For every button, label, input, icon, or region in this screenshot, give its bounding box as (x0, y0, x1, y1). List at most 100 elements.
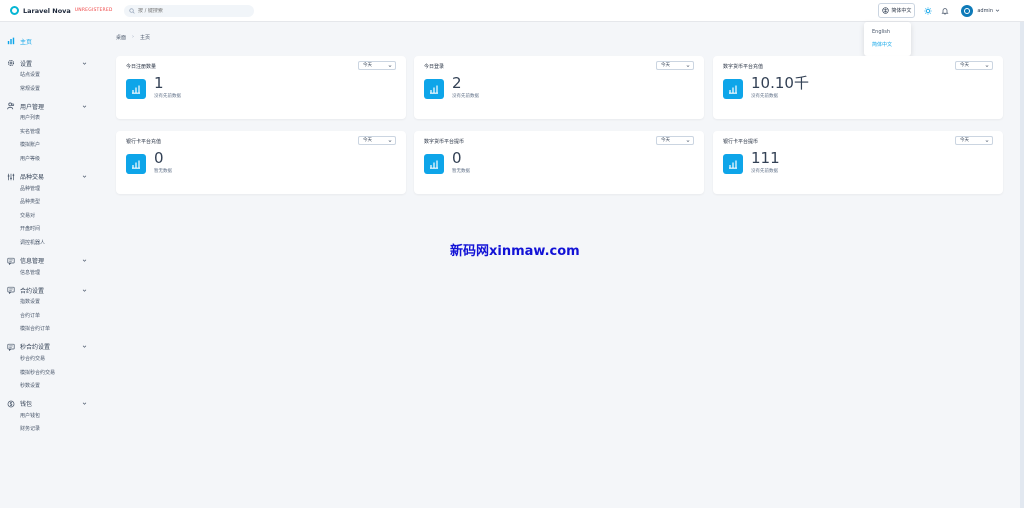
range-select-value: 今天 (363, 63, 372, 68)
sidebar-item-product-types[interactable]: 品种类型 (20, 196, 100, 210)
chevron-down-icon (985, 140, 989, 142)
user-avatar[interactable] (961, 4, 974, 17)
sidebar: 主页 设置 站点设置 常规设置 用户管理 用户列表 实名管理 模拟账户 用户等级… (0, 22, 100, 508)
search-input[interactable] (138, 7, 248, 14)
metric-title: 数字货币平台提币 (424, 139, 465, 145)
sidebar-group-users[interactable]: 用户管理 (7, 100, 100, 112)
range-select-value: 今天 (960, 63, 969, 68)
range-select[interactable]: 今天 (955, 61, 993, 70)
range-select[interactable]: 今天 (656, 136, 694, 145)
sidebar-item-products[interactable]: 品种管理 (20, 183, 100, 197)
notifications-button[interactable] (940, 6, 949, 15)
metric-card: 今日登录 今天 2 没有先前数据 (414, 56, 704, 119)
sidebar-item-general-settings[interactable]: 常规设置 (20, 83, 100, 97)
sidebar-item-demo-second-contract-trades[interactable]: 模拟秒合约交易 (20, 367, 100, 381)
metric-comparison: 暂无数据 (452, 169, 470, 174)
user-menu-name[interactable]: admin (977, 8, 993, 14)
chevron-down-icon (82, 259, 87, 262)
sidebar-item-label: 主页 (20, 38, 33, 46)
sidebar-group-messages[interactable]: 信息管理 (7, 255, 100, 267)
sidebar-group-settings[interactable]: 设置 (7, 57, 100, 69)
sliders-icon (7, 173, 15, 180)
current-language: 简体中文 (891, 8, 912, 14)
range-select[interactable]: 今天 (656, 61, 694, 70)
metric-value: 0 (452, 149, 462, 167)
sidebar-item-finance-records[interactable]: 财务记录 (20, 423, 100, 437)
range-select[interactable]: 今天 (358, 61, 396, 70)
sidebar-item-site-settings[interactable]: 站点设置 (20, 69, 100, 83)
global-search[interactable] (124, 4, 254, 17)
range-select-value: 今天 (363, 138, 372, 143)
chart-bar-icon (424, 154, 444, 174)
metric-value: 1 (154, 74, 164, 92)
sidebar-group-label: 钱包 (20, 401, 33, 409)
sidebar-group-second-contracts[interactable]: 秒合约设置 (7, 341, 100, 353)
chevron-down-icon (82, 105, 87, 108)
language-menu: English 简体中文 (864, 22, 911, 56)
metric-comparison: 没有先前数据 (452, 94, 479, 99)
language-option-chinese[interactable]: 简体中文 (864, 38, 911, 51)
watermark-text: 新码网xinmaw.com (450, 244, 580, 259)
sun-icon (924, 6, 932, 15)
translate-icon (882, 7, 889, 14)
sidebar-item-home[interactable]: 主页 (7, 35, 100, 47)
sidebar-item-market-hours[interactable]: 开盘时间 (20, 223, 100, 237)
chevron-down-icon (388, 65, 392, 67)
sidebar-group-label: 合约设置 (20, 287, 45, 295)
metric-card: 银行卡平台提币 今天 111 没有先前数据 (713, 131, 1003, 194)
sidebar-item-contract-orders[interactable]: 合约订单 (20, 310, 100, 324)
bell-icon (941, 7, 949, 15)
range-select-value: 今天 (661, 63, 670, 68)
chevron-down-icon (82, 175, 87, 178)
language-option-english[interactable]: English (864, 26, 911, 38)
app-logo[interactable]: Laravel Nova UNREGISTERED (10, 6, 116, 15)
chevron-down-icon (388, 140, 392, 142)
range-select-value: 今天 (661, 138, 670, 143)
message-icon (7, 286, 15, 295)
metric-title: 数字货币平台充值 (723, 64, 764, 70)
sidebar-item-index-settings[interactable]: 指数设置 (20, 296, 100, 310)
chevron-down-icon (995, 9, 1000, 12)
sidebar-item-demo-accounts[interactable]: 模拟账户 (20, 139, 100, 153)
message-icon (7, 343, 15, 351)
chevron-down-icon (985, 65, 989, 67)
app-name: Laravel Nova (23, 6, 71, 15)
chevron-down-icon (686, 140, 690, 142)
chevron-down-icon (82, 402, 87, 405)
metric-title: 银行卡平台提币 (723, 139, 759, 145)
sidebar-group-wallet[interactable]: 钱包 (7, 398, 100, 410)
sidebar-item-seconds-settings[interactable]: 秒数设置 (20, 380, 100, 394)
range-select[interactable]: 今天 (358, 136, 396, 145)
range-select[interactable]: 今天 (955, 136, 993, 145)
language-switcher-button[interactable]: 简体中文 (878, 3, 916, 18)
chart-bar-icon (7, 37, 15, 45)
breadcrumb-root[interactable]: 桌面 (116, 34, 126, 41)
message-icon (7, 257, 15, 265)
metric-card: 今日注册数量 今天 1 没有先前数据 (116, 56, 406, 119)
sidebar-group-trading[interactable]: 品种交易 (7, 171, 100, 183)
wallet-icon (7, 400, 15, 408)
sidebar-group-label: 信息管理 (20, 258, 45, 266)
users-icon (7, 102, 15, 110)
metric-value: 10.10千 (751, 74, 809, 92)
sidebar-item-message-management[interactable]: 信息管理 (20, 267, 100, 281)
chart-bar-icon (126, 79, 146, 99)
sidebar-group-label: 用户管理 (20, 103, 45, 111)
license-badge: UNREGISTERED (74, 8, 113, 13)
nova-logo-icon (10, 6, 19, 15)
sidebar-item-robot[interactable]: 调控机器人 (20, 237, 100, 251)
sidebar-item-pairs[interactable]: 交易对 (20, 210, 100, 224)
metric-title: 银行卡平台充值 (126, 139, 162, 145)
chevron-down-icon (686, 65, 690, 67)
theme-toggle-button[interactable] (923, 6, 932, 15)
sidebar-group-label: 秒合约设置 (20, 344, 51, 352)
sidebar-item-second-contract-trades[interactable]: 秒合约交易 (20, 353, 100, 367)
sidebar-group-contracts[interactable]: 合约设置 (7, 284, 100, 296)
sidebar-item-kyc[interactable]: 实名管理 (20, 126, 100, 140)
chart-bar-icon (723, 79, 743, 99)
sidebar-item-user-levels[interactable]: 用户等级 (20, 153, 100, 167)
sidebar-item-demo-contract-orders[interactable]: 模拟合约订单 (20, 323, 100, 337)
sidebar-item-user-wallets[interactable]: 用户钱包 (20, 410, 100, 424)
sidebar-item-user-list[interactable]: 用户列表 (20, 112, 100, 126)
scrollbar[interactable] (1020, 22, 1024, 508)
